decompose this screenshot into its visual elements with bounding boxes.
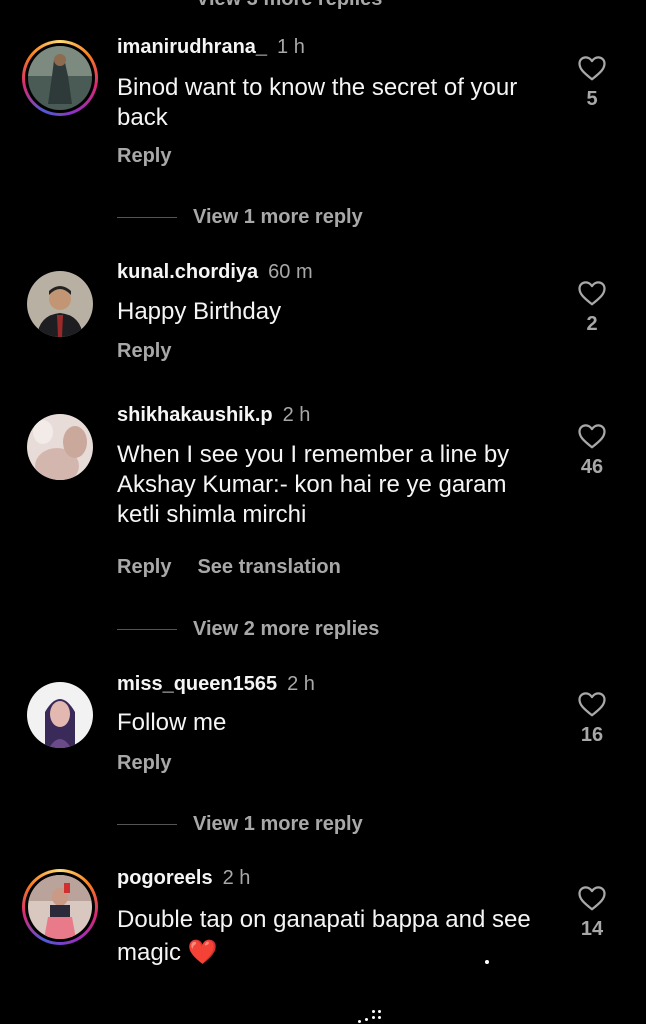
heart-icon[interactable]	[577, 54, 607, 82]
comment-text: When I see you I remember a line by Aksh…	[117, 441, 510, 528]
like-count: 2	[586, 313, 598, 335]
username[interactable]: imanirudhrana_	[117, 36, 267, 58]
avatar-wrapper[interactable]	[22, 266, 98, 342]
heart-icon[interactable]	[577, 690, 607, 718]
comments-screen: View 3 more replies imanirudhrana_ 1 h Bi…	[0, 0, 646, 1024]
avatar-wrapper[interactable]	[22, 677, 98, 753]
avatar	[28, 46, 92, 110]
reply-button[interactable]: Reply	[117, 145, 171, 167]
reply-button[interactable]: Reply	[117, 556, 171, 578]
avatar	[27, 271, 93, 337]
view-more-replies[interactable]: View 2 more replies	[117, 618, 379, 641]
divider-line	[117, 217, 177, 218]
username[interactable]: miss_queen1565	[117, 673, 277, 695]
username[interactable]: shikhakaushik.p	[117, 404, 273, 426]
like-count: 46	[580, 456, 604, 478]
timestamp: 2 h	[287, 673, 315, 695]
heart-icon[interactable]	[577, 422, 607, 450]
comment-actions: Reply	[117, 752, 197, 775]
comment-header: imanirudhrana_ 1 h	[117, 36, 305, 59]
divider-line	[117, 824, 177, 825]
comment-actions: Reply	[117, 145, 197, 168]
heart-icon[interactable]	[577, 279, 607, 307]
timestamp: 2 h	[282, 404, 311, 426]
comment-header: kunal.chordiya 60 m	[117, 261, 313, 284]
like-control: 2	[568, 279, 616, 336]
reply-button[interactable]: Reply	[117, 752, 171, 774]
loading-dots-icon	[352, 1006, 382, 1024]
comment-actions: Reply See translation	[117, 556, 367, 579]
comment-text: Double tap on ganapati bappa and see mag…	[117, 906, 531, 966]
comment-header: shikhakaushik.p 2 h	[117, 404, 310, 427]
username[interactable]: kunal.chordiya	[117, 261, 258, 283]
like-count: 16	[580, 724, 604, 746]
divider-line	[117, 629, 177, 630]
comment-header: miss_queen1565 2 h	[117, 673, 315, 696]
timestamp: 1 h	[277, 36, 305, 58]
view-more-replies[interactable]: View 1 more reply	[117, 813, 363, 836]
see-translation-button[interactable]: See translation	[197, 556, 340, 578]
dot-mark	[485, 960, 489, 964]
view-more-replies[interactable]: View 1 more reply	[117, 206, 363, 229]
view-more-replies-label: View 1 more reply	[193, 813, 363, 835]
like-count: 5	[586, 88, 598, 110]
like-control: 16	[568, 690, 616, 747]
like-control: 5	[568, 54, 616, 111]
timestamp: 2 h	[222, 867, 251, 889]
comment-text: Follow me	[117, 709, 227, 736]
comment-text: Binod want to know the secret of your ba…	[117, 74, 518, 131]
avatar-story-ring[interactable]	[22, 40, 98, 116]
comment-actions: Reply	[117, 340, 197, 363]
avatar	[27, 414, 93, 480]
view-more-replies-label: View 2 more replies	[193, 618, 380, 640]
comment-text: Happy Birthday	[117, 298, 282, 325]
avatar-wrapper[interactable]	[22, 409, 98, 485]
avatar-story-ring[interactable]	[22, 869, 98, 945]
like-control: 46	[568, 422, 616, 479]
like-count: 14	[580, 918, 604, 940]
view-more-replies-top[interactable]: View 3 more replies	[196, 0, 382, 11]
view-more-replies-label: View 1 more reply	[193, 206, 363, 228]
comment-header: pogoreels 2 h	[117, 867, 250, 890]
timestamp: 60 m	[268, 261, 313, 283]
username[interactable]: pogoreels	[117, 867, 213, 889]
heart-icon[interactable]	[577, 884, 607, 912]
reply-button[interactable]: Reply	[117, 340, 171, 362]
avatar	[27, 682, 93, 748]
avatar	[28, 875, 92, 939]
like-control: 14	[568, 884, 616, 941]
